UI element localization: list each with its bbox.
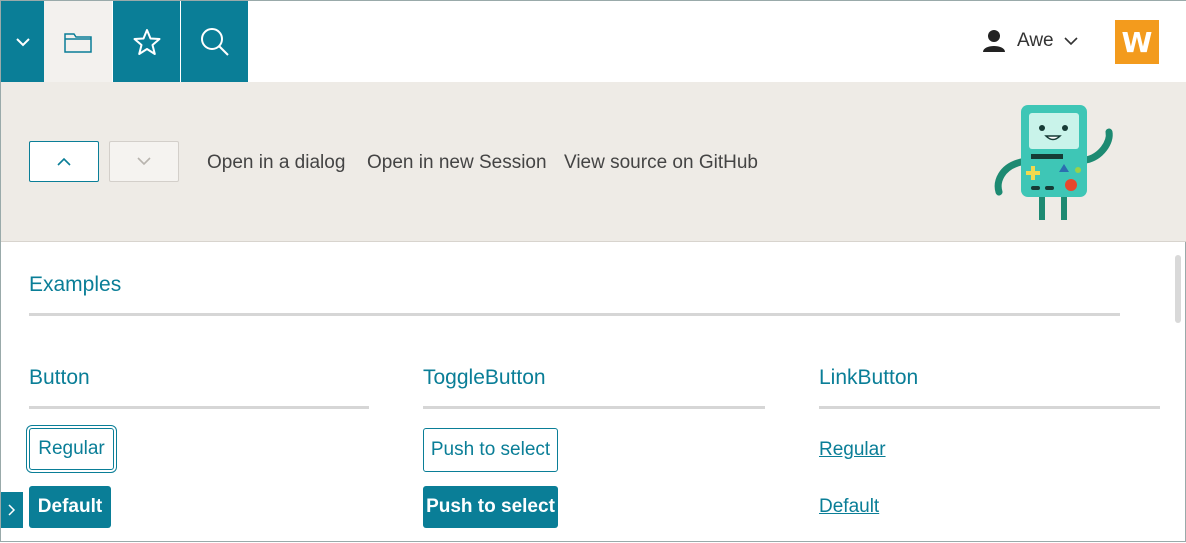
folder-icon: [64, 32, 92, 53]
column-divider: [29, 406, 369, 409]
button-column-title: Button: [29, 366, 90, 389]
chevron-up-icon: [57, 157, 71, 166]
default-link-button[interactable]: Default: [819, 496, 879, 518]
user-menu[interactable]: Awe: [981, 23, 1078, 59]
default-button[interactable]: Default: [29, 486, 111, 528]
regular-link-button[interactable]: Regular: [819, 439, 886, 461]
column-divider: [819, 406, 1160, 409]
push-to-select-toggle-active[interactable]: Push to select: [423, 486, 558, 528]
user-name: Awe: [1017, 30, 1054, 51]
user-icon: [983, 30, 1005, 52]
chevron-down-icon: [137, 157, 151, 166]
main-content: Examples Button Regular Default ToggleBu…: [1, 242, 1186, 543]
chevron-down-icon: [1064, 36, 1078, 45]
linkbutton-column-title: LinkButton: [819, 366, 919, 389]
open-session-link[interactable]: Open in new Session: [367, 152, 547, 174]
search-nav-button[interactable]: [181, 1, 248, 82]
view-source-link[interactable]: View source on GitHub: [564, 152, 758, 174]
next-button[interactable]: [109, 141, 179, 182]
search-icon: [200, 27, 229, 56]
top-bar: Awe W: [1, 1, 1186, 83]
star-icon: [133, 28, 160, 55]
mascot-illustration: [994, 105, 1113, 220]
section-divider: [29, 313, 1120, 316]
app-logo[interactable]: W: [1115, 20, 1159, 64]
vertical-scrollbar[interactable]: [1175, 255, 1181, 323]
togglebutton-column-title: ToggleButton: [423, 366, 546, 389]
chevron-right-icon: [8, 504, 16, 516]
chevron-down-icon: [15, 37, 30, 46]
section-title: Examples: [29, 273, 122, 296]
toolbar-band: Open in a dialog Open in new Session Vie…: [1, 82, 1186, 242]
favorites-nav-button[interactable]: [113, 1, 180, 82]
previous-button[interactable]: [29, 141, 99, 182]
regular-button[interactable]: Regular: [29, 428, 114, 470]
push-to-select-toggle[interactable]: Push to select: [423, 428, 558, 472]
column-divider: [423, 406, 765, 409]
open-dialog-link[interactable]: Open in a dialog: [207, 152, 345, 174]
side-panel-toggle[interactable]: [1, 492, 23, 528]
menu-toggle-button[interactable]: [1, 1, 44, 82]
files-nav-button[interactable]: [44, 1, 112, 82]
